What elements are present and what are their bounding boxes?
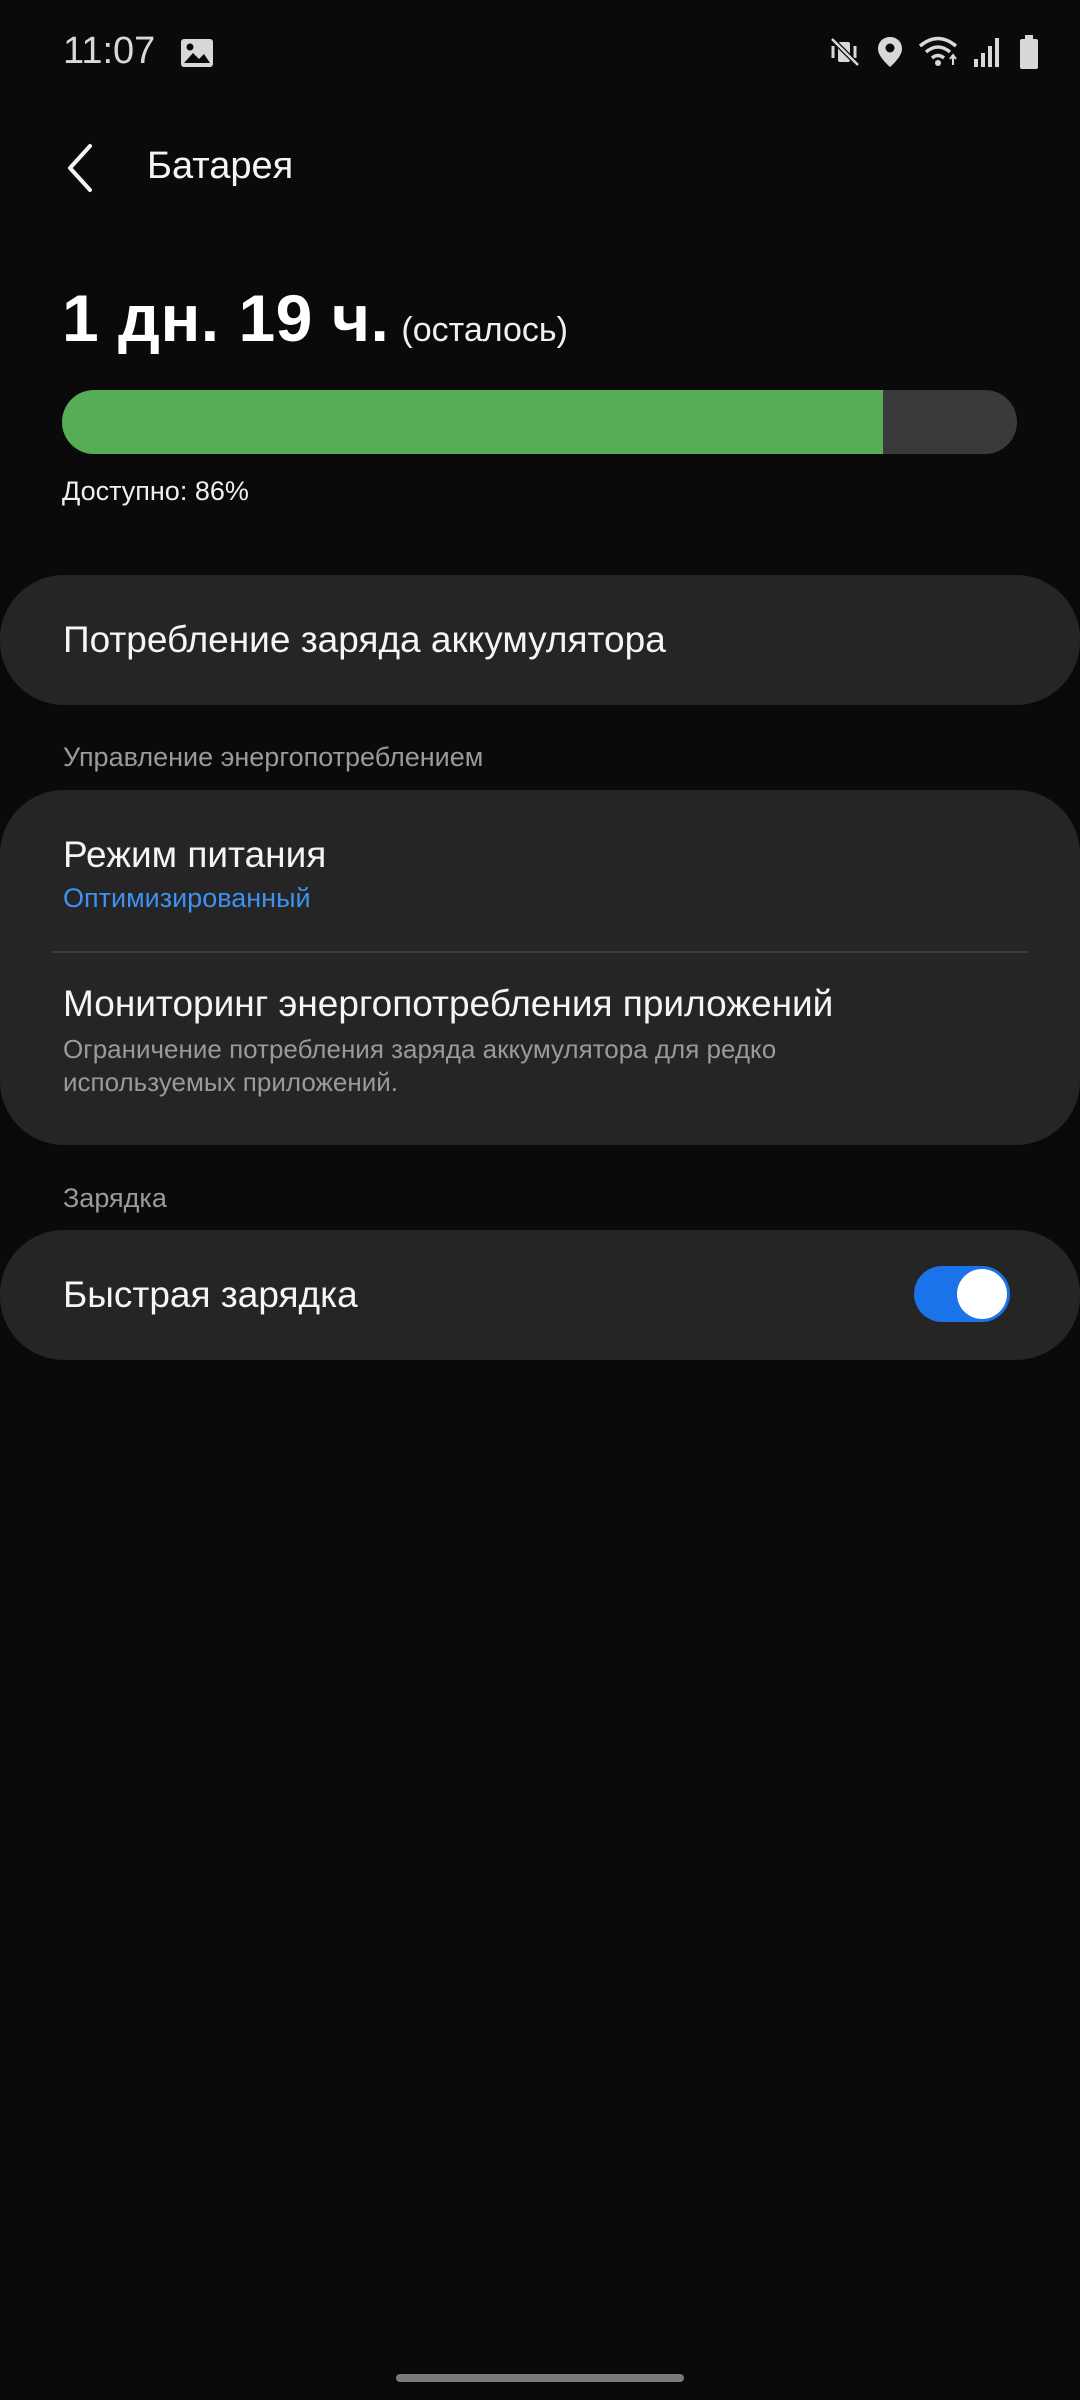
app-power-monitoring-description: Ограничение потребления заряда аккумулят… bbox=[63, 1034, 777, 1097]
page-title: Батарея bbox=[147, 145, 294, 187]
home-indicator[interactable] bbox=[396, 2374, 684, 2382]
app-power-monitoring-label: Мониторинг энергопотребления приложений bbox=[63, 983, 834, 1024]
power-mode-item[interactable]: Режим питания Оптимизированный bbox=[0, 790, 1080, 950]
mute-vibrate-icon bbox=[828, 35, 862, 69]
battery-usage-label: Потребление заряда аккумулятора bbox=[63, 619, 666, 660]
power-mode-value: Оптимизированный bbox=[63, 883, 311, 913]
battery-icon bbox=[1018, 34, 1040, 70]
battery-level-fill bbox=[62, 390, 884, 454]
battery-estimate-suffix: (осталось) bbox=[401, 311, 568, 349]
status-bar: 11:07 bbox=[0, 0, 1080, 110]
power-management-card: Режим питания Оптимизированный Мониторин… bbox=[0, 790, 1080, 1145]
status-icons bbox=[828, 34, 1040, 70]
back-button[interactable] bbox=[60, 140, 104, 196]
fast-charging-label: Быстрая зарядка bbox=[63, 1274, 358, 1315]
battery-time-remaining: 1 дн. 19 ч. (осталось) bbox=[62, 280, 568, 356]
app-power-monitoring-item[interactable]: Мониторинг энергопотребления приложений … bbox=[0, 953, 1080, 1145]
battery-available-label: Доступно: 86% bbox=[62, 476, 249, 506]
fast-charging-toggle[interactable] bbox=[914, 1266, 1010, 1322]
section-heading-charging: Зарядка bbox=[63, 1183, 167, 1213]
wifi-icon bbox=[918, 35, 958, 69]
status-time: 11:07 bbox=[63, 30, 156, 72]
battery-level-bar bbox=[62, 390, 1017, 454]
location-icon bbox=[876, 35, 904, 69]
toggle-knob bbox=[957, 1269, 1007, 1319]
back-arrow-icon bbox=[60, 144, 104, 200]
battery-usage-item[interactable]: Потребление заряда аккумулятора bbox=[0, 575, 1080, 705]
signal-icon bbox=[972, 35, 1004, 69]
fast-charging-item[interactable]: Быстрая зарядка bbox=[0, 1230, 1080, 1360]
section-heading-power-management: Управление энергопотреблением bbox=[63, 742, 484, 772]
battery-estimate: 1 дн. 19 ч. bbox=[62, 281, 390, 355]
power-mode-label: Режим питания bbox=[63, 834, 327, 875]
gallery-icon bbox=[180, 38, 214, 68]
